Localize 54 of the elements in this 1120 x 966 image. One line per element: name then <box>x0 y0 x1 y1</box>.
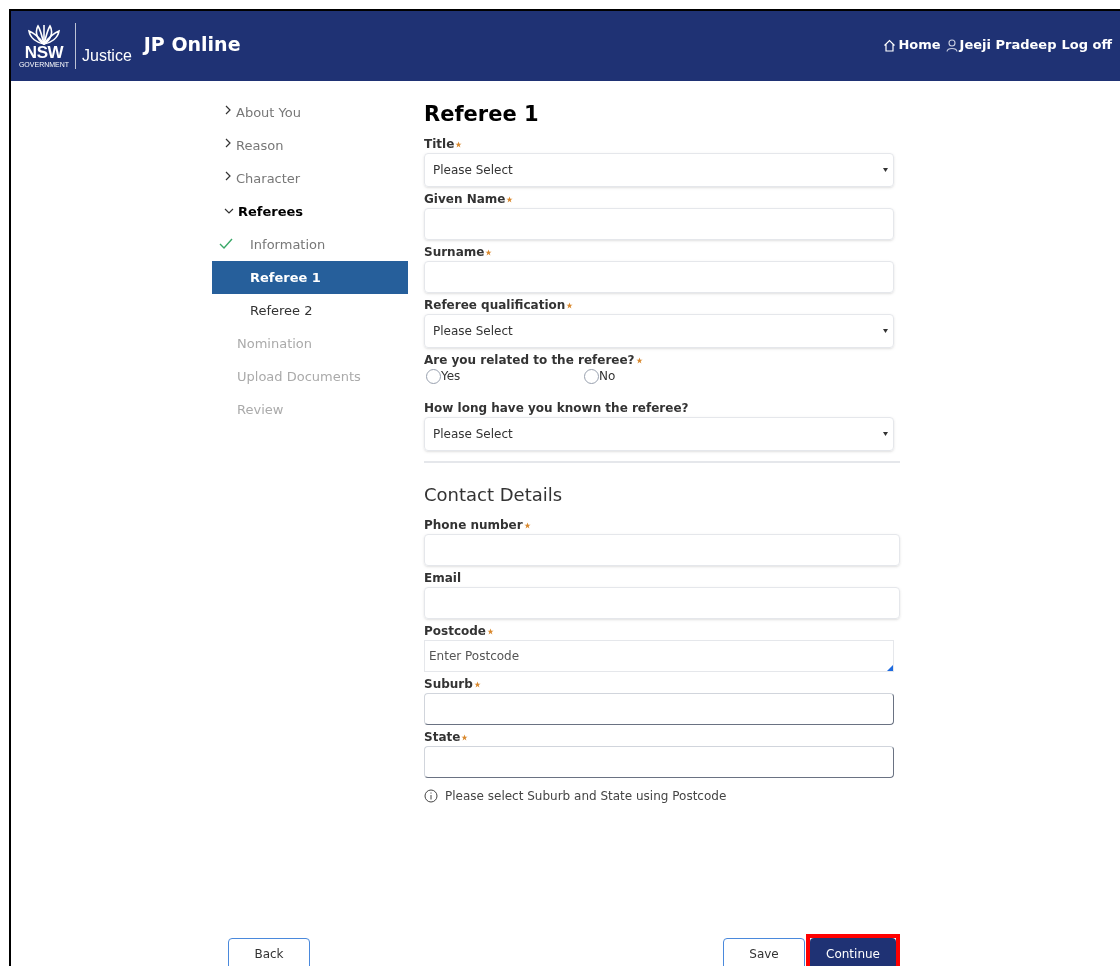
chevron-right-icon <box>224 137 232 148</box>
logoff-link[interactable]: Log off <box>1061 35 1112 55</box>
waratah-icon <box>27 23 61 45</box>
agency-name: Justice <box>82 46 132 66</box>
page-heading: Referee 1 <box>424 101 540 128</box>
corner-marker-icon <box>887 665 893 671</box>
user-icon <box>945 38 958 52</box>
field-label: Are you related to the referee? <box>424 352 635 368</box>
select-field[interactable]: Please Select <box>424 153 894 187</box>
sidebar-item[interactable]: Referees <box>212 195 408 228</box>
sidebar-subitem[interactable]: Information <box>212 228 408 261</box>
app-title: JP Online <box>143 31 241 57</box>
radio-option[interactable]: Yes <box>426 367 584 385</box>
action-button[interactable]: Save <box>723 938 805 966</box>
caret-icon <box>883 168 888 172</box>
chevron-down-icon <box>224 206 234 215</box>
input-field[interactable] <box>424 693 894 725</box>
field-label: Phone number <box>424 517 523 533</box>
input-field[interactable] <box>424 208 894 240</box>
field-label: Email <box>424 570 462 586</box>
radio-option[interactable]: No <box>584 367 742 385</box>
field-label: Given Name <box>424 191 506 207</box>
section-heading: Contact Details <box>424 483 564 507</box>
user-link[interactable]: Jeeji Pradeep <box>945 35 1057 55</box>
action-button[interactable]: Back <box>228 938 310 966</box>
select-field[interactable]: Please Select <box>424 417 894 451</box>
action-button[interactable]: Continue <box>810 938 896 966</box>
sidebar-subitem[interactable]: Referee 1 <box>212 261 408 294</box>
select-field[interactable]: Please Select <box>424 314 894 348</box>
sidebar-item[interactable]: Reason <box>212 129 408 162</box>
input-field[interactable] <box>424 261 894 293</box>
input-field[interactable] <box>424 587 900 619</box>
field-label: Referee qualification <box>424 297 566 313</box>
postcode-field[interactable]: Enter Postcode <box>424 640 894 672</box>
field-label: State <box>424 729 461 745</box>
field-label: Title <box>424 136 455 152</box>
chevron-right-icon <box>224 104 232 115</box>
field-label: Surname <box>424 244 485 260</box>
input-field[interactable] <box>424 746 894 778</box>
chevron-right-icon <box>224 170 232 181</box>
field-label: Postcode <box>424 623 486 639</box>
home-link[interactable]: Home <box>883 35 941 55</box>
caret-icon <box>883 432 888 436</box>
sidebar-subitem[interactable]: Referee 2 <box>212 294 408 327</box>
field-label: How long have you known the referee? <box>424 400 689 416</box>
info-icon <box>424 789 438 803</box>
sidebar-item[interactable]: Character <box>212 162 408 195</box>
nsw-wordmark: NSW <box>24 45 64 61</box>
field-label: Suburb <box>424 676 473 692</box>
info-note: Please select Suburb and State using Postcode <box>445 788 727 805</box>
sidebar-item[interactable]: About You <box>212 96 408 129</box>
home-icon <box>883 38 897 52</box>
caret-icon <box>883 329 888 333</box>
input-field[interactable] <box>424 534 900 566</box>
